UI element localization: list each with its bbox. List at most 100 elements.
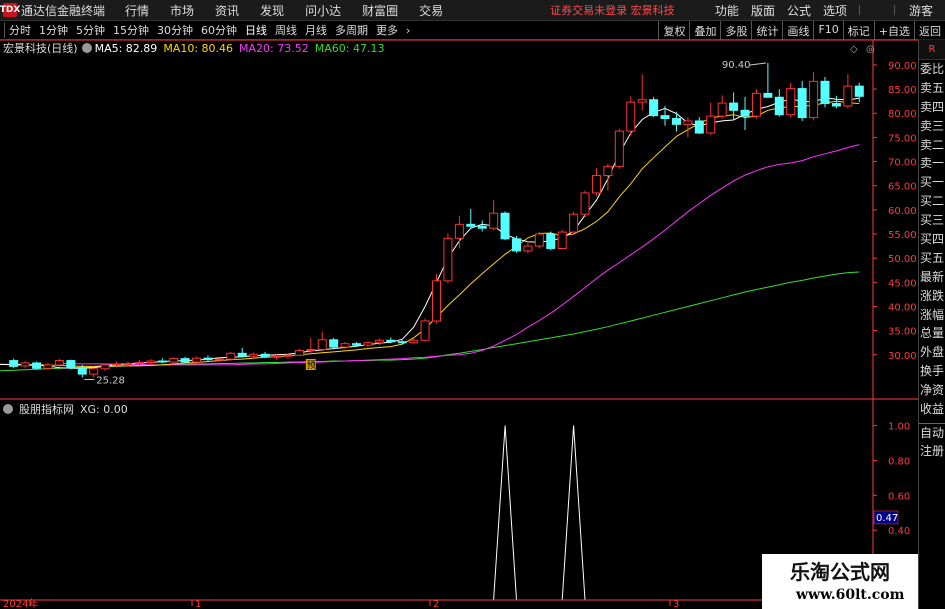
candle-body-up <box>786 88 796 116</box>
ind-tick-label: 0.80 <box>888 456 910 467</box>
candle-body-up <box>294 349 304 356</box>
side-tab-8[interactable]: 买三 <box>919 211 945 230</box>
candle-body-up <box>614 130 624 167</box>
candle-body-down <box>397 341 407 344</box>
side-tab-6[interactable]: 买一 <box>919 173 945 192</box>
y-tick-label: 55.00 <box>888 230 917 241</box>
candle-body-up <box>100 364 110 370</box>
candle-body-down <box>740 109 750 117</box>
y-tick-label: 45.00 <box>888 278 917 289</box>
side-tab-7[interactable]: 买二 <box>919 192 945 211</box>
candle-body-up <box>272 355 282 358</box>
watermark-title: 乐淘公式网 <box>790 560 890 584</box>
high-price-label: 90.40 <box>722 60 751 71</box>
side-tab-15[interactable]: 外盘 <box>919 343 945 362</box>
side-tab-14[interactable]: 总量 <box>919 324 945 343</box>
candle-body-up <box>249 353 259 357</box>
candle-body-down <box>66 360 76 369</box>
candle-body-up <box>283 354 293 357</box>
date-tick-label: 3 <box>673 599 679 609</box>
side-tab-20[interactable]: 注册 <box>919 442 945 461</box>
candle-body-down <box>77 367 87 375</box>
side-tab-4[interactable]: 卖二 <box>919 136 945 155</box>
side-tab-16[interactable]: 换手 <box>919 362 945 381</box>
candle-body-up <box>534 233 544 247</box>
side-tab-3[interactable]: 卖三 <box>919 117 945 136</box>
candle-body-down <box>32 362 42 369</box>
candle-body-down <box>237 352 247 357</box>
candle-body-down <box>649 99 659 117</box>
candle-body-down <box>386 339 396 343</box>
candle-body-up <box>214 358 224 361</box>
candle-body-up <box>843 85 853 107</box>
candle-body-up <box>717 102 727 117</box>
watermark-logo: 乐淘公式网 www.60lt.com <box>762 554 918 609</box>
candle-body-up <box>409 339 419 344</box>
kline-chart[interactable]: 30.00 35.00 40.00 45.00 50.00 55.00 60.00 65.00… <box>0 0 945 609</box>
candle-body-up <box>43 364 53 369</box>
r-tab[interactable]: R <box>919 40 945 60</box>
candle-body-up <box>420 320 430 341</box>
candle-body-up <box>192 357 202 363</box>
candle-body-up <box>374 339 384 344</box>
candle-body-up <box>751 92 761 117</box>
side-tab-2[interactable]: 卖四 <box>919 98 945 117</box>
candle-body-down <box>260 353 270 358</box>
low-price-label: 25.28 <box>96 375 125 386</box>
candle-body-down <box>9 360 19 367</box>
candle-body-up <box>637 99 647 103</box>
y-tick-label: 80.00 <box>888 109 917 120</box>
side-tab-5[interactable]: 卖一 <box>919 154 945 173</box>
side-tab-18[interactable]: 收益 <box>919 400 945 419</box>
candle-body-down <box>352 343 362 346</box>
side-tab-11[interactable]: 最新 <box>919 268 945 287</box>
side-tab-12[interactable]: 涨跌 <box>919 287 945 306</box>
candle-body-down <box>511 238 521 252</box>
side-tab-10[interactable]: 买五 <box>919 249 945 268</box>
date-tick-label: 2 <box>433 599 439 609</box>
date-tick-label: 1 <box>195 599 201 609</box>
side-tab-1[interactable]: 卖五 <box>919 79 945 98</box>
y-tick-label: 60.00 <box>888 206 917 217</box>
side-tab-0[interactable]: 委比 <box>919 60 945 79</box>
date-tick-label: 2024年 <box>3 597 38 609</box>
y-tick-label: 75.00 <box>888 133 917 144</box>
candle-body-down <box>763 92 773 98</box>
candle-body-up <box>317 339 327 350</box>
candle-body-up <box>134 361 144 364</box>
candle-body-up <box>626 101 636 132</box>
candle-body-down <box>546 233 556 249</box>
side-tab-13[interactable]: 涨幅 <box>919 306 945 325</box>
candle-body-down <box>774 96 784 116</box>
y-tick-label: 50.00 <box>888 254 917 265</box>
side-tab-19[interactable]: 自动 <box>919 422 945 442</box>
candle-body-down <box>500 212 510 240</box>
candle-body-down <box>466 223 476 227</box>
candle-body-up <box>306 348 316 351</box>
candle-body-up <box>89 368 99 375</box>
ind-tick-label: 0.60 <box>888 491 910 502</box>
candle-body-up <box>809 80 819 119</box>
candle-body-up <box>112 363 122 366</box>
side-tab-17[interactable]: 净资 <box>919 381 945 400</box>
candle-body-up <box>591 175 601 194</box>
candle-body-up <box>443 237 453 282</box>
high-pointer <box>749 62 766 66</box>
current-value-label: 0.47 <box>876 513 898 524</box>
y-tick-label: 65.00 <box>888 182 917 193</box>
candle-body-up <box>683 120 693 125</box>
candle-body-up <box>569 213 579 233</box>
candle-body-up <box>146 360 156 363</box>
candle-body-up <box>454 223 464 239</box>
candle-body-up <box>489 212 499 229</box>
pin-icon: ◎ <box>866 44 875 55</box>
ind-tick-label: 0.40 <box>888 526 910 537</box>
side-tab-9[interactable]: 买四 <box>919 230 945 249</box>
candle-body-down <box>157 360 167 363</box>
candle-body-down <box>180 358 190 363</box>
candle-body-up <box>557 231 567 249</box>
y-tick-label: 90.00 <box>888 61 917 72</box>
ma20-line <box>59 144 860 366</box>
candle-body-up <box>20 362 30 367</box>
candle-body-down <box>203 357 213 361</box>
